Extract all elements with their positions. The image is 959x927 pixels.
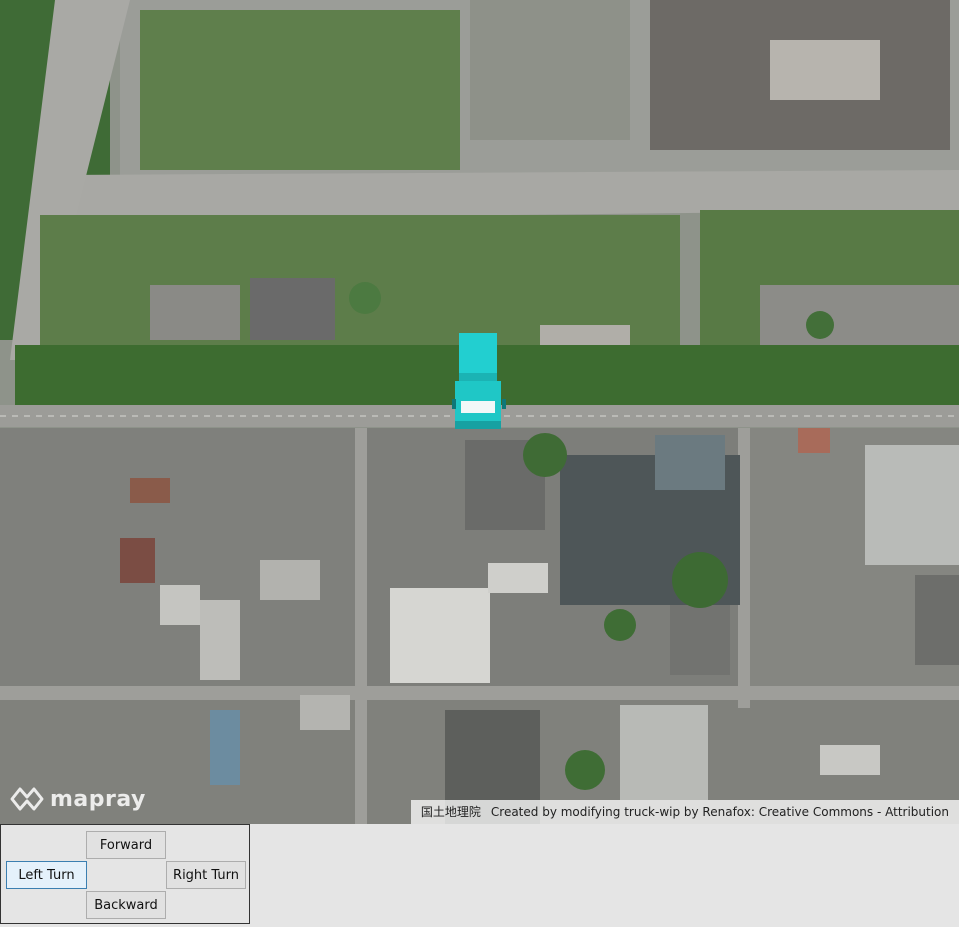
- truck-model[interactable]: [452, 333, 506, 431]
- forward-button[interactable]: Forward: [86, 831, 166, 859]
- backward-button[interactable]: Backward: [86, 891, 166, 919]
- map-viewport[interactable]: mapray 国土地理院 Created by modifying truck-w…: [0, 0, 959, 824]
- attribution-source[interactable]: 国土地理院: [421, 805, 481, 819]
- right-turn-button[interactable]: Right Turn: [166, 861, 246, 889]
- attribution-credit[interactable]: Created by modifying truck-wip by Renafo…: [491, 805, 949, 819]
- mapray-logo-icon: [10, 787, 44, 811]
- control-panel: Forward Left Turn Right Turn Backward: [0, 824, 250, 924]
- left-turn-button[interactable]: Left Turn: [6, 861, 87, 889]
- attribution-bar: 国土地理院 Created by modifying truck-wip by R…: [410, 800, 959, 824]
- mapray-logo-text: mapray: [50, 786, 146, 812]
- mapray-logo: mapray: [10, 786, 146, 812]
